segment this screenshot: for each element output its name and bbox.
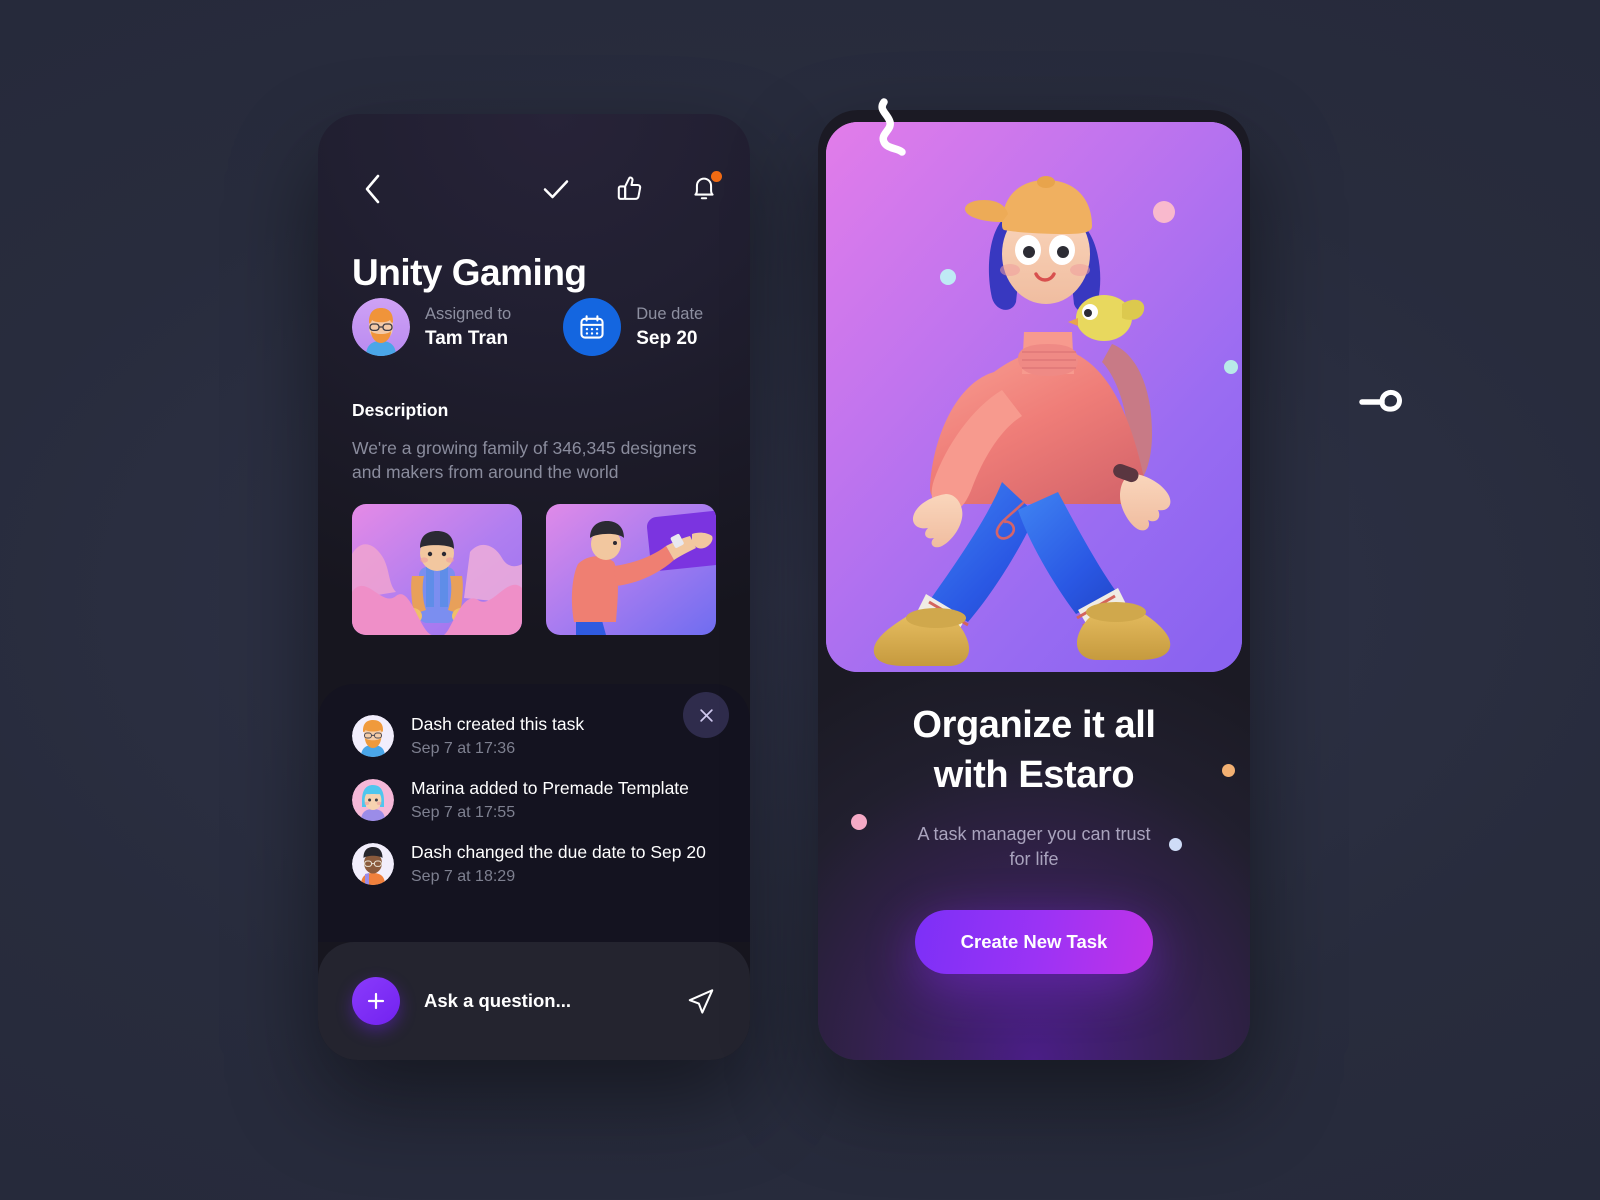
plus-icon (367, 992, 385, 1010)
mark-complete-button[interactable] (534, 166, 578, 212)
task-meta: Assigned to Tam Tran Due date Sep 20 (352, 298, 703, 356)
activity-time: Sep 7 at 18:29 (411, 867, 516, 885)
attachment-thumbnail-hiker[interactable] (352, 504, 522, 635)
back-button[interactable] (352, 166, 392, 212)
illustration-walking-character-image (826, 122, 1242, 672)
create-new-task-button[interactable]: Create New Task (915, 910, 1153, 974)
headline-line-1: Organize it all (912, 704, 1156, 746)
activity-text: Dash created this task (411, 714, 585, 734)
notifications-button[interactable] (682, 166, 726, 212)
avatar-dash-icon (352, 715, 394, 757)
squiggle-top-icon (878, 98, 906, 156)
avatar (352, 298, 410, 356)
avatar-marina-icon (352, 778, 394, 821)
avatar (352, 715, 394, 757)
send-icon (688, 989, 714, 1014)
assignee[interactable]: Assigned to Tam Tran (352, 298, 511, 356)
deco-dot-pink (1153, 201, 1175, 223)
thumbnail-hiker-image (352, 504, 522, 635)
description-body: We're a growing family of 346,345 design… (352, 438, 697, 483)
assignee-name: Tam Tran (425, 327, 509, 349)
due-date[interactable]: Due date Sep 20 (563, 298, 703, 356)
deco-dot-cyan (940, 269, 956, 285)
avatar-dash-2-icon (352, 842, 394, 885)
attachment-list (352, 504, 716, 635)
thumbnail-board-image (546, 504, 716, 635)
page-title: Unity Gaming (352, 252, 587, 293)
description-heading: Description (352, 400, 449, 420)
question-input[interactable]: Ask a question... (424, 990, 571, 1012)
assignee-label: Assigned to (425, 304, 512, 323)
list-item[interactable]: Dash changed the due date to Sep 20 Sep … (318, 842, 750, 886)
curl-right-icon (1359, 389, 1402, 412)
like-button[interactable] (608, 166, 652, 212)
deco-dot-orange (1222, 764, 1235, 777)
activity-time: Sep 7 at 17:36 (411, 739, 516, 757)
due-date-label: Due date (636, 304, 704, 323)
due-date-value: Sep 20 (636, 327, 698, 349)
subtitle: A task manager you can trust for life (917, 824, 1151, 870)
deco-dot-pink (851, 814, 867, 830)
question-composer: Ask a question... (318, 942, 750, 1060)
deco-dot-blue (1169, 838, 1182, 851)
notification-badge (711, 171, 722, 182)
activity-text: Marina added to Premade Template (411, 777, 689, 798)
send-button[interactable] (686, 986, 716, 1016)
page-title: Organize it all with Estaro (818, 700, 1250, 800)
headline-line-2: with Estaro (933, 754, 1135, 797)
avatar-tam-tran-icon (352, 298, 410, 356)
list-item[interactable]: Dash created this task Sep 7 at 17:36 (318, 714, 750, 758)
deco-dot-teal (1224, 360, 1238, 374)
screen: Unity Gaming Assigned to Tam Tran Due da… (0, 0, 1600, 1200)
calendar-badge (563, 298, 622, 356)
activity-panel: Dash created this task Sep 7 at 17:36 Ma… (318, 684, 750, 942)
hero-illustration (826, 122, 1242, 672)
activity-list: Dash created this task Sep 7 at 17:36 Ma… (318, 714, 750, 886)
calendar-icon (580, 315, 604, 339)
check-icon (543, 180, 569, 199)
activity-text: Dash changed the due date to Sep 20 (411, 841, 706, 862)
list-item[interactable]: Marina added to Premade Template Sep 7 a… (318, 778, 750, 822)
activity-time: Sep 7 at 17:55 (411, 803, 516, 821)
onboarding-card: Organize it all with Estaro A task manag… (818, 110, 1250, 1060)
add-attachment-button[interactable] (352, 977, 400, 1025)
task-toolbar (318, 166, 750, 212)
thumbs-up-icon (617, 176, 642, 200)
chevron-left-icon (365, 174, 379, 204)
avatar (352, 778, 394, 821)
avatar (352, 842, 394, 885)
task-detail-card: Unity Gaming Assigned to Tam Tran Due da… (318, 114, 750, 1060)
attachment-thumbnail-board[interactable] (546, 504, 716, 635)
